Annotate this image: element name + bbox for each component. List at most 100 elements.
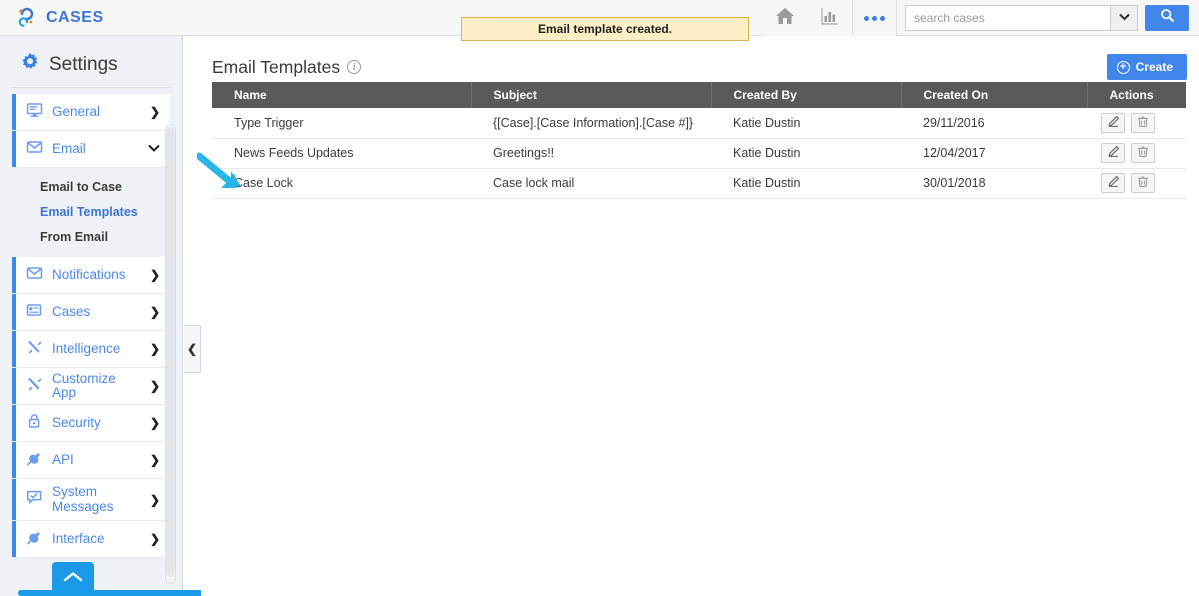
bar-chart-icon xyxy=(819,6,841,31)
chevron-left-icon: ❮ xyxy=(186,342,198,356)
cell-created-on: 30/01/2018 xyxy=(901,168,1087,199)
sidebar-item-label: System Messages xyxy=(52,484,114,514)
sidebar-item-label: Intelligence xyxy=(52,340,121,356)
create-button-label: Create xyxy=(1135,60,1173,74)
sidebar-item-interface[interactable]: Interface ❯ xyxy=(12,521,170,558)
sidebar-item-label: Cases xyxy=(52,303,91,319)
tools-icon xyxy=(26,339,43,360)
plus-circle-icon: + xyxy=(1116,60,1130,74)
table-row[interactable]: News Feeds Updates Greetings!! Katie Dus… xyxy=(212,138,1186,169)
sidebar-item-label: Customize App xyxy=(52,370,116,400)
sidebar-item-general[interactable]: General ❯ xyxy=(12,94,170,131)
sidebar-item-customize-app[interactable]: Customize App ❯ xyxy=(12,368,170,405)
page-title: Email Templates xyxy=(212,56,341,77)
pointer-arrow-icon xyxy=(195,152,249,197)
sidebar-subitem-from-email[interactable]: From Email xyxy=(12,224,170,249)
sidebar-item-system-messages[interactable]: System Messages ❯ xyxy=(12,479,170,521)
sidebar-scrollbar[interactable] xyxy=(165,124,176,584)
sidebar-item-security[interactable]: Security ❯ xyxy=(12,405,170,442)
sidebar-scrollbar-thumb[interactable] xyxy=(166,127,175,577)
delete-button[interactable] xyxy=(1131,112,1155,133)
sidebar-item-cases[interactable]: Cases ❯ xyxy=(12,294,170,331)
brand[interactable]: CASES xyxy=(0,6,104,30)
column-header-created-on[interactable]: Created On xyxy=(901,82,1088,108)
sidebar-item-label: General xyxy=(52,103,101,119)
column-header-actions: Actions xyxy=(1087,82,1186,108)
sidebar-nav: General ❯ Email Email to Case Email Temp… xyxy=(0,88,182,558)
cell-subject: Case lock mail xyxy=(471,168,711,199)
search-area: search cases xyxy=(897,0,1199,36)
email-templates-table: Name Subject Created By Created On Actio… xyxy=(212,82,1186,199)
table-row[interactable]: Case Lock Case lock mail Katie Dustin 30… xyxy=(212,168,1186,199)
cell-subject: Greetings!! xyxy=(471,138,711,169)
more-options-button[interactable] xyxy=(852,0,897,36)
question-swirl-logo xyxy=(16,6,38,30)
home-icon xyxy=(774,6,796,31)
delete-trash-icon xyxy=(1137,115,1149,131)
sidebar-item-label: API xyxy=(52,451,74,467)
cell-created-on: 29/11/2016 xyxy=(901,108,1087,139)
edit-pencil-icon xyxy=(1107,115,1120,131)
gear-icon xyxy=(20,52,40,77)
sidebar-title: Settings xyxy=(49,53,118,75)
sidebar-item-email[interactable]: Email xyxy=(12,131,170,168)
sidebar-item-label: Interface xyxy=(52,530,105,546)
sidebar-item-intelligence[interactable]: Intelligence ❯ xyxy=(12,331,170,368)
monitor-icon xyxy=(26,102,43,123)
cell-actions xyxy=(1087,168,1186,199)
edit-button[interactable] xyxy=(1101,173,1125,193)
sidebar-item-label: Email xyxy=(52,140,86,156)
sidebar-item-notifications[interactable]: Notifications ❯ xyxy=(12,257,170,294)
cell-subject: {[Case].[Case Information].[Case #]} xyxy=(471,108,711,139)
info-icon[interactable]: i xyxy=(347,60,362,74)
edit-pencil-icon xyxy=(1107,145,1120,161)
sidebar-subitem-email-to-case[interactable]: Email to Case xyxy=(12,174,170,199)
lock-icon xyxy=(26,413,43,434)
cell-created-by: Katie Dustin xyxy=(711,108,901,139)
reports-button[interactable] xyxy=(807,0,852,36)
search-input[interactable]: search cases xyxy=(905,5,1110,31)
delete-trash-icon xyxy=(1137,175,1149,191)
column-header-name[interactable]: Name xyxy=(212,82,472,108)
sidebar-collapse-button[interactable]: ❮ xyxy=(184,325,201,373)
table-header-row: Name Subject Created By Created On Actio… xyxy=(212,82,1186,108)
three-dots-icon xyxy=(864,15,885,21)
cell-created-on: 12/04/2017 xyxy=(901,138,1087,169)
cell-created-by: Katie Dustin xyxy=(711,138,901,169)
cell-actions xyxy=(1087,138,1186,169)
edit-pencil-icon xyxy=(1107,175,1120,191)
page-header: Email Templates i + Create xyxy=(201,36,1199,82)
top-icon-group: search cases xyxy=(762,0,1199,36)
plug-icon xyxy=(26,529,43,550)
toast-notification: Email template created. xyxy=(461,17,749,41)
cell-created-by: Katie Dustin xyxy=(711,168,901,199)
sidebar-subitem-email-templates[interactable]: Email Templates xyxy=(12,199,170,224)
main-content: Email Templates i + Create Name Subject … xyxy=(201,36,1199,596)
sidebar-item-label: Security xyxy=(52,414,101,430)
envelope-icon xyxy=(26,139,43,160)
case-card-icon xyxy=(26,302,43,323)
column-header-subject[interactable]: Subject xyxy=(471,82,712,108)
search-scope-dropdown[interactable] xyxy=(1110,5,1138,31)
table-row[interactable]: Type Trigger {[Case].[Case Information].… xyxy=(212,108,1186,139)
message-check-icon xyxy=(26,489,43,510)
chevron-right-icon: ❯ xyxy=(149,105,160,119)
edit-button[interactable] xyxy=(1101,143,1125,163)
email-subitems: Email to Case Email Templates From Email xyxy=(12,168,170,257)
delete-button[interactable] xyxy=(1131,143,1155,163)
sidebar-item-label: Notifications xyxy=(52,266,126,282)
chevron-up-icon xyxy=(63,570,83,588)
column-header-created-by[interactable]: Created By xyxy=(711,82,902,108)
edit-button[interactable] xyxy=(1101,112,1125,133)
cell-name: Case Lock xyxy=(212,168,471,199)
settings-sidebar: Settings General ❯ Email Email to Case E… xyxy=(0,36,183,596)
create-button[interactable]: + Create xyxy=(1106,54,1187,80)
sidebar-header: Settings xyxy=(12,36,170,88)
search-icon xyxy=(1160,8,1175,28)
envelope-icon xyxy=(26,265,43,286)
home-button[interactable] xyxy=(762,0,807,36)
delete-button[interactable] xyxy=(1131,173,1155,193)
sidebar-item-api[interactable]: API ❯ xyxy=(12,442,170,479)
search-button[interactable] xyxy=(1145,5,1189,31)
brand-name: CASES xyxy=(46,8,104,26)
